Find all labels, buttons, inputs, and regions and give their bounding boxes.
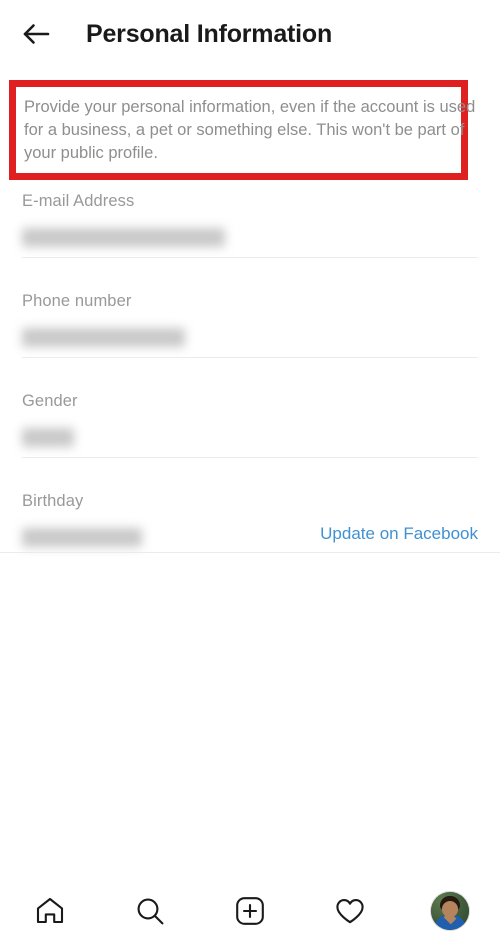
field-row-birthday[interactable]: Birthday Update on Facebook: [0, 486, 500, 586]
field-value-redacted: [22, 428, 74, 447]
page-title: Personal Information: [86, 19, 333, 48]
home-icon: [34, 895, 66, 927]
app-header: Personal Information: [0, 0, 500, 68]
back-button[interactable]: [8, 6, 64, 62]
avatar-face: [442, 901, 458, 917]
field-divider: [22, 357, 478, 358]
add-post-icon: [234, 895, 266, 927]
nav-item-activity[interactable]: [319, 880, 381, 942]
field-divider: [22, 457, 478, 458]
personal-information-screen: Personal Information Provide your person…: [0, 0, 500, 950]
field-value-redacted: [22, 328, 185, 347]
field-row-email[interactable]: E-mail Address: [0, 186, 500, 286]
nav-item-profile[interactable]: [419, 880, 481, 942]
bottom-navigation-bar: [0, 872, 500, 950]
field-row-phone-number[interactable]: Phone number: [0, 286, 500, 386]
nav-item-home[interactable]: [19, 880, 81, 942]
search-icon: [134, 895, 166, 927]
field-label: Phone number: [22, 292, 132, 310]
field-label: Gender: [22, 392, 78, 410]
description-text: Provide your personal information, even …: [24, 98, 476, 162]
heart-icon: [334, 895, 366, 927]
personal-info-field-list: E-mail Address Phone number Gender Birth…: [0, 186, 500, 586]
field-row-gender[interactable]: Gender: [0, 386, 500, 486]
field-value-redacted: [22, 228, 225, 247]
field-value-redacted: [22, 528, 142, 547]
update-on-facebook-link[interactable]: Update on Facebook: [320, 524, 478, 544]
field-divider: [22, 257, 478, 258]
section-divider: [0, 552, 500, 553]
field-label: E-mail Address: [22, 192, 135, 210]
avatar: [431, 892, 469, 930]
nav-item-create-post[interactable]: [219, 880, 281, 942]
field-label: Birthday: [22, 492, 84, 510]
arrow-left-icon: [19, 17, 53, 51]
nav-item-search[interactable]: [119, 880, 181, 942]
